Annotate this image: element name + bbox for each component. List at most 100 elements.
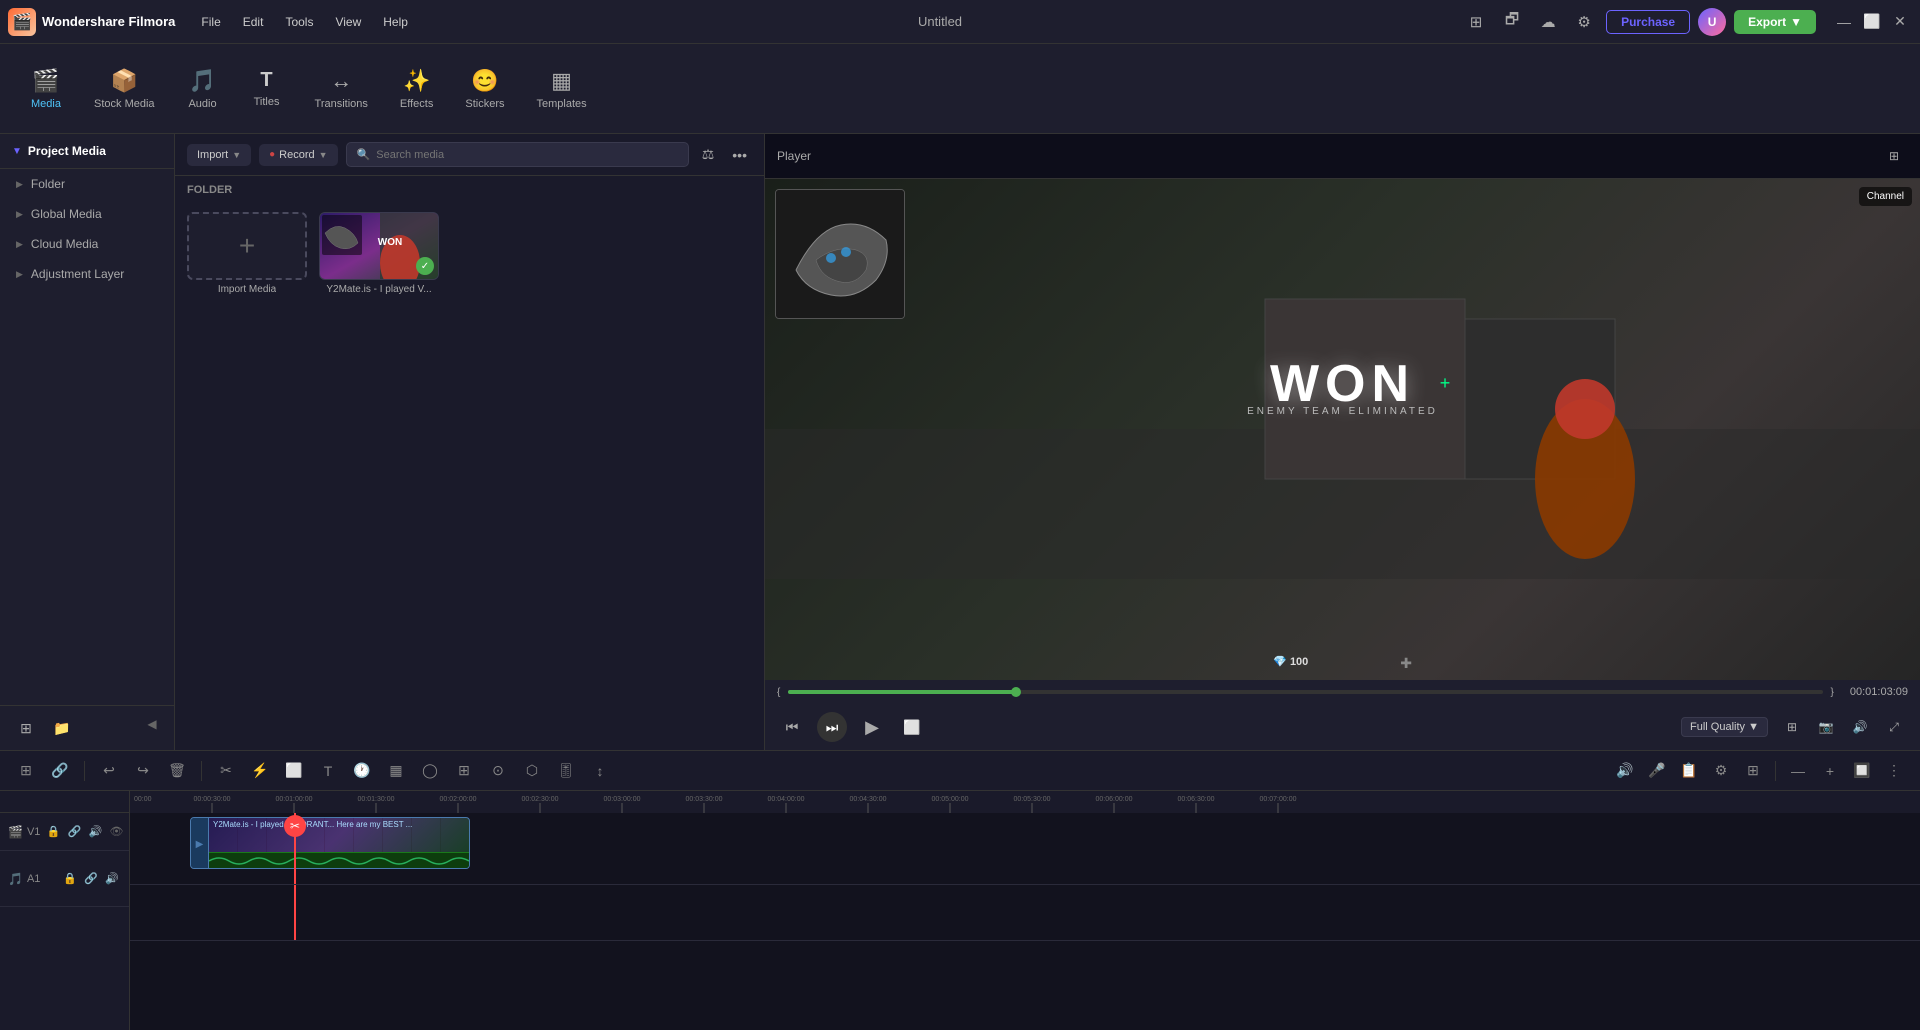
speed-button[interactable]: 🕐 [348,757,376,785]
monitor-icon[interactable]: ⊞ [1462,8,1490,36]
cloud-icon[interactable]: ☁ [1534,8,1562,36]
toolbar-transitions[interactable]: ↔ Transitions [301,62,382,116]
screenshot-icon[interactable]: 📷 [1812,713,1840,741]
menu-file[interactable]: File [191,11,230,33]
rewind-button[interactable]: ⏮ [777,712,807,742]
track-mute-button[interactable]: 🔊 [86,823,104,841]
mask-button[interactable]: ⊞ [450,757,478,785]
record-tool-button[interactable]: 🎤 [1643,757,1671,785]
cloud-media-label: Cloud Media [31,237,98,251]
timeline-right-tools: 🔊 🎤 📋 ⚙ ⊞ — + 🔲 ⋮ [1611,757,1908,785]
bracket-right[interactable]: } [1831,687,1834,698]
video-clip[interactable]: ▶ Y2Mate.is - I played VALORANT... Here … [190,817,470,869]
import-button[interactable]: Import ▼ [187,144,251,166]
clip-title: Y2Mate.is - I played VALORANT... Here ar… [213,820,412,829]
maximize-button[interactable]: ⬜ [1860,10,1884,34]
clip-type-icon: ▶ [191,818,209,869]
separator-3 [1775,761,1776,781]
new-item-button[interactable]: 📁 [48,714,76,742]
toolbar-stickers[interactable]: 😊 Stickers [451,62,518,116]
nav-global-media[interactable]: ▶ Global Media [0,199,174,229]
video-track-controls: 🔒 🔗 🔊 👁 [44,823,125,841]
effect-button[interactable]: ⬡ [518,757,546,785]
avatar[interactable]: U [1698,8,1726,36]
preview-header-icons: ⊞ [1880,142,1908,170]
filter-button[interactable]: ⚖ [697,144,720,165]
snap-button[interactable]: ⊞ [1739,757,1767,785]
menu-tools[interactable]: Tools [275,11,323,33]
quality-select[interactable]: Full Quality ▼ [1681,717,1768,737]
close-button[interactable]: ✕ [1888,10,1912,34]
minimize-button[interactable]: — [1832,10,1856,34]
timeline-settings-button[interactable]: ⚙ [1707,757,1735,785]
toolbar-media[interactable]: 🎬 Media [16,62,76,116]
audio-eq-button[interactable]: ⊙ [484,757,512,785]
add-folder-button[interactable]: ⊞ [12,714,40,742]
nav-adjustment-layer[interactable]: ▶ Adjustment Layer [0,259,174,289]
layout-icon[interactable]: 🗗 [1498,8,1526,36]
volume-icon[interactable]: 🔊 [1846,713,1874,741]
export-button[interactable]: Export ▼ [1734,10,1816,34]
import-media-item[interactable]: + Import Media [187,212,307,295]
add-track-button[interactable]: ⊞ [12,757,40,785]
track-link-button[interactable]: 🔗 [65,823,83,841]
toolbar-stock-media[interactable]: 📦 Stock Media [80,62,169,116]
play-button[interactable]: ▶ [857,712,887,742]
fullscreen-icon[interactable]: ⤢ [1880,713,1908,741]
import-dropdown-icon: ▼ [232,150,241,160]
color-button[interactable]: 🎚 [552,757,580,785]
clipboard-button[interactable]: 📋 [1675,757,1703,785]
toolbar-titles[interactable]: T Titles [237,63,297,114]
progress-thumb [1011,687,1021,697]
stop-button[interactable]: ⬜ [897,712,927,742]
menu-edit[interactable]: Edit [233,11,274,33]
smart-cut-button[interactable]: ⚡ [246,757,274,785]
playhead-audio [294,885,296,940]
zoom-in-button[interactable]: + [1816,757,1844,785]
grid-button[interactable]: ▦ [382,757,410,785]
media-clip-item[interactable]: WON ✓ Y2Mate.is - I played V... [319,212,439,295]
more-button[interactable]: ••• [727,145,752,165]
nav-folder[interactable]: ▶ Folder [0,169,174,199]
search-input[interactable] [376,149,677,161]
undo-button[interactable]: ↩ [95,757,123,785]
preview-expand-icon[interactable]: ⊞ [1880,142,1908,170]
zoom-out-button[interactable]: — [1784,757,1812,785]
track-lock-button[interactable]: 🔒 [44,823,62,841]
audio-mute-button[interactable]: 🔊 [103,870,121,888]
audio-lock-button[interactable]: 🔒 [61,870,79,888]
redo-button[interactable]: ↪ [129,757,157,785]
collapse-panel-button[interactable]: ◀ [142,714,162,734]
screen-fit-icon[interactable]: ⊞ [1778,713,1806,741]
delete-button[interactable]: 🗑 [163,757,191,785]
record-button[interactable]: ● Record ▼ [259,144,337,166]
crop-button[interactable]: ⬜ [280,757,308,785]
bracket-left[interactable]: { [777,687,780,698]
menu-help[interactable]: Help [373,11,418,33]
step-back-button[interactable]: ⏭ [817,712,847,742]
nav-cloud-media[interactable]: ▶ Cloud Media [0,229,174,259]
transform-button[interactable]: ↕ [586,757,614,785]
link-button[interactable]: 🔗 [46,757,74,785]
purchase-button[interactable]: Purchase [1606,10,1690,34]
toolbar-effects[interactable]: ✨ Effects [386,62,447,116]
toolbar-templates[interactable]: ▦ Templates [522,62,600,116]
audio-tool-button[interactable]: 🔊 [1611,757,1639,785]
import-thumb: + [187,212,307,280]
fit-button[interactable]: 🔲 [1848,757,1876,785]
video-track-row: ✂ ▶ Y2Mate.is - I played VALORANT... Her… [130,813,1920,885]
toolbar-audio[interactable]: 🎵 Audio [173,62,233,116]
more-tools-button[interactable]: ⋮ [1880,757,1908,785]
cut-button[interactable]: ✂ [212,757,240,785]
ruler-spacer [0,791,129,813]
won-overlay: WON ENEMY TEAM ELIMINATED [1247,354,1438,417]
settings-icon[interactable]: ⚙ [1570,8,1598,36]
progress-bar[interactable] [788,690,1822,694]
playhead[interactable]: ✂ [294,813,296,884]
audio-link-button[interactable]: 🔗 [82,870,100,888]
text-button[interactable]: T [314,757,342,785]
track-hide-button[interactable]: 👁 [107,823,125,841]
topbar-right: ⊞ 🗗 ☁ ⚙ Purchase U Export ▼ — ⬜ ✕ [1462,8,1912,36]
menu-view[interactable]: View [325,11,371,33]
shape-button[interactable]: ◯ [416,757,444,785]
